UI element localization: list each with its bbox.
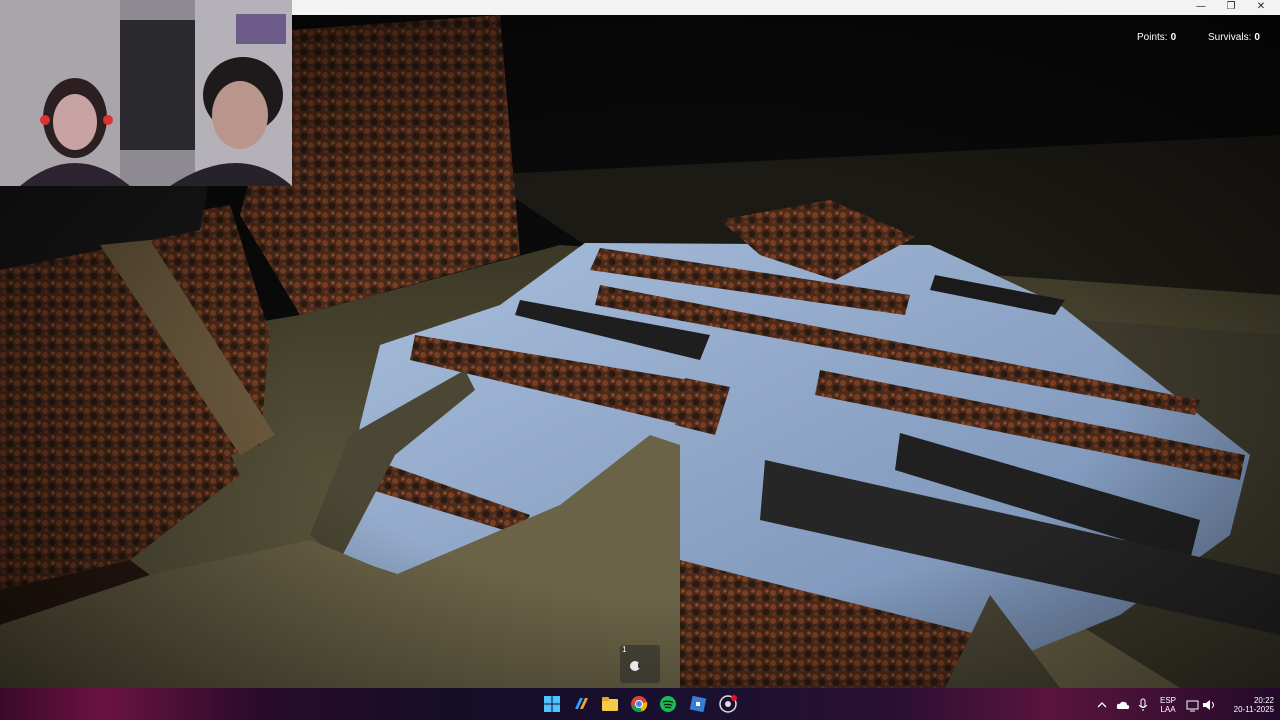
survivals-value: 0 — [1254, 32, 1260, 43]
points-label: Points: — [1137, 32, 1168, 43]
close-button[interactable]: ✕ — [1246, 0, 1276, 15]
language-top: ESP — [1159, 696, 1176, 705]
microphone-icon[interactable] — [1138, 698, 1148, 712]
volume-icon[interactable] — [1202, 698, 1216, 712]
chevron-up-icon[interactable] — [1096, 699, 1108, 711]
language-bottom: LAA — [1160, 705, 1176, 714]
spotify-icon[interactable] — [658, 694, 678, 714]
obs-icon[interactable] — [718, 694, 738, 714]
language-indicator[interactable]: ESP LAA — [1154, 696, 1182, 714]
clock[interactable]: 20:22 20-11-2025 — [1224, 696, 1274, 714]
clock-time: 20:22 — [1253, 696, 1274, 705]
survivals-label: Survivals: — [1208, 32, 1252, 43]
survivals-counter: Survivals: 0 — [1208, 32, 1260, 43]
hotbar-slot-number: 1 — [622, 645, 627, 654]
roblox-icon[interactable] — [688, 694, 708, 714]
hotbar-slot-1[interactable]: 1 — [620, 645, 660, 683]
cloud-icon[interactable] — [1116, 699, 1130, 711]
windows-start-icon[interactable] — [542, 694, 562, 714]
window-title-bar: — ❐ ✕ — [292, 0, 1280, 15]
minimize-button[interactable]: — — [1186, 0, 1216, 15]
copilot-icon[interactable] — [571, 694, 591, 714]
restore-button[interactable]: ❐ — [1216, 0, 1246, 15]
file-explorer-icon[interactable] — [600, 694, 620, 714]
points-value: 0 — [1170, 32, 1177, 43]
clock-date: 20-11-2025 — [1233, 705, 1274, 714]
chrome-icon[interactable] — [629, 694, 649, 714]
points-counter: Points: 0 — [1137, 32, 1176, 43]
network-icon[interactable] — [1186, 698, 1200, 712]
webcam-overlay — [0, 0, 292, 186]
